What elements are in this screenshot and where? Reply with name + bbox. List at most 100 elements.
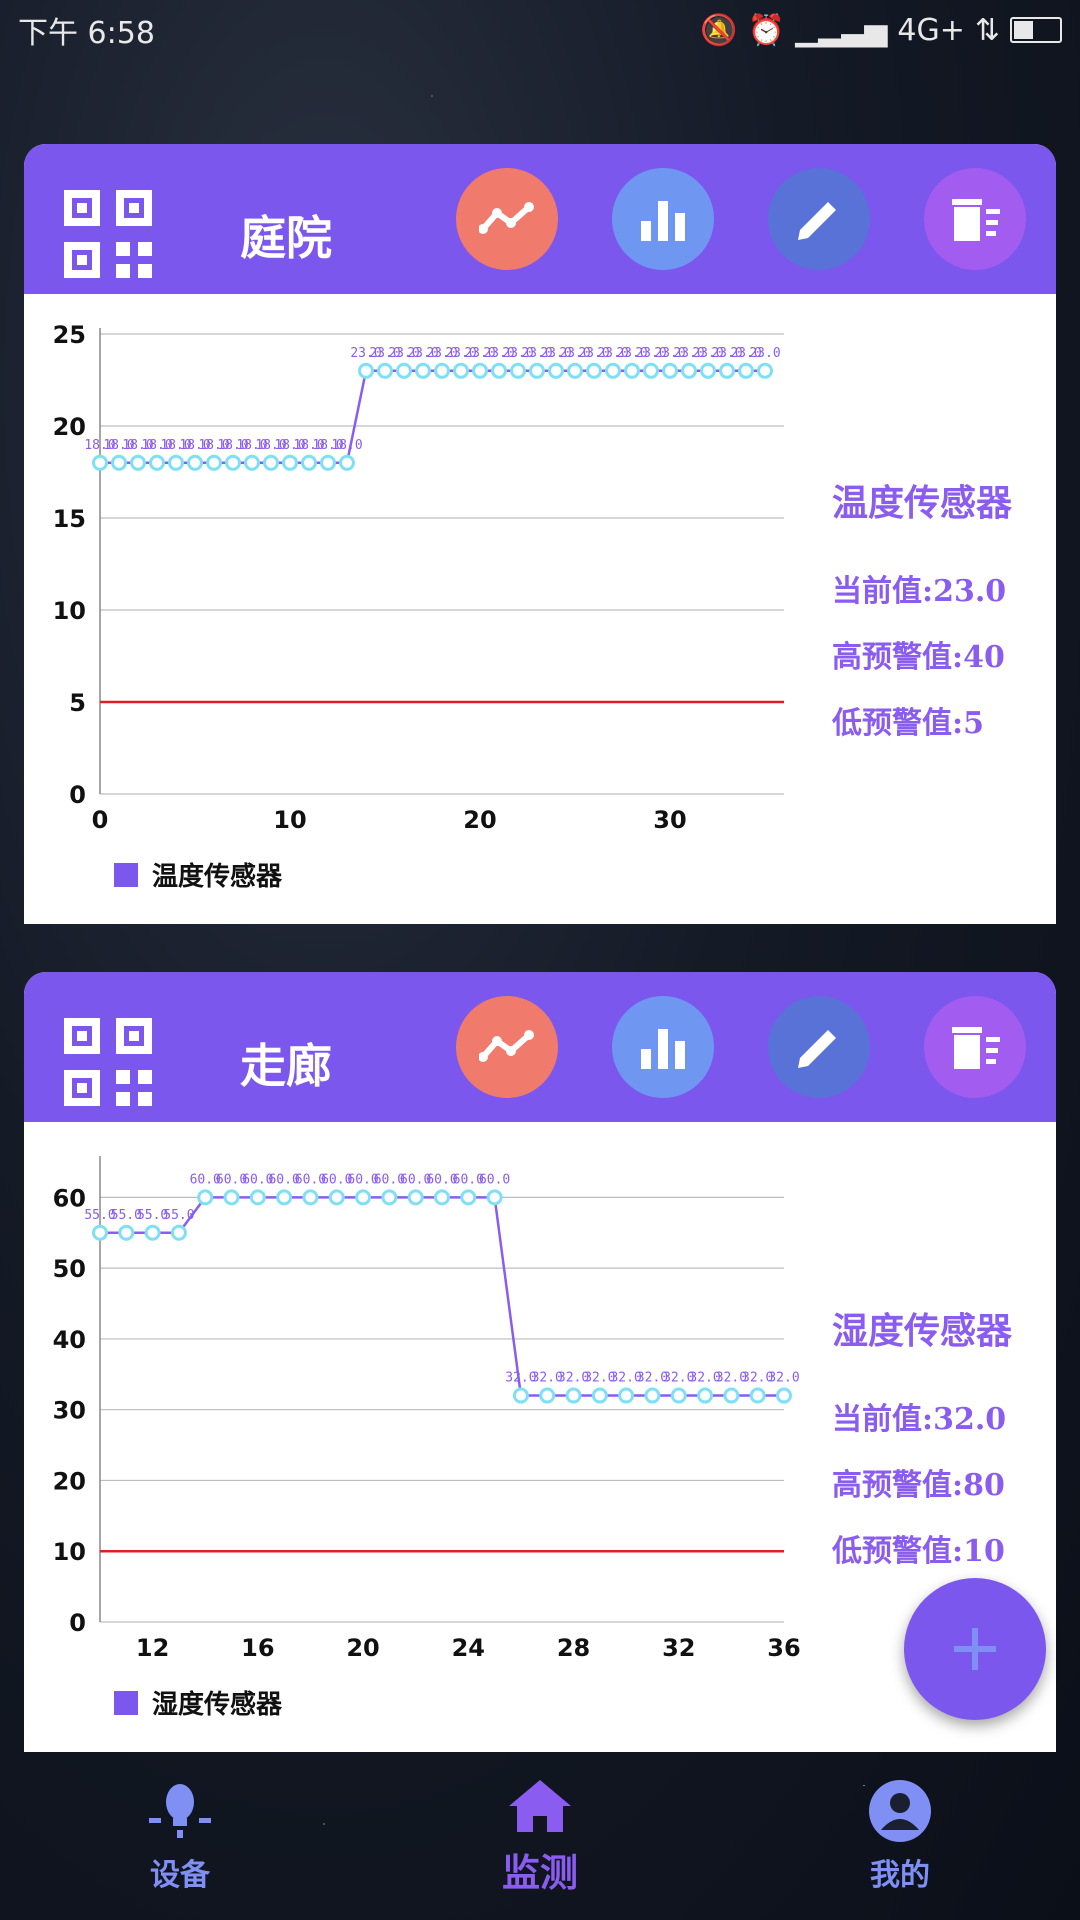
data-point: [624, 362, 640, 379]
series-line: [100, 1196, 784, 1397]
data-point: [618, 1387, 635, 1404]
bar-chart-button[interactable]: [612, 168, 714, 270]
bar-chart-button[interactable]: [612, 996, 714, 1098]
delete-button[interactable]: [924, 168, 1026, 270]
data-point: [719, 362, 735, 379]
edit-button[interactable]: [768, 996, 870, 1098]
data-point: [643, 362, 659, 379]
data-point: [223, 1189, 240, 1206]
x-tick-label: 28: [557, 1634, 590, 1662]
legend-swatch: [114, 862, 138, 887]
y-tick-label: 15: [53, 505, 86, 533]
x-tick-label: 36: [767, 1634, 800, 1662]
y-tick-label: 20: [53, 1467, 86, 1495]
temperature-line-chart: 05101520250 10 20 3018.018.018.018.018.018.…: [53, 321, 784, 834]
delete-button[interactable]: [924, 996, 1026, 1098]
chart-area: 0 5 10 15 20 25 0 10 20 30 18.0 18.0 18.0 18.0 18.0 18.…: [24, 294, 1056, 924]
network-type: 4G+: [897, 12, 965, 48]
data-point: [187, 454, 203, 471]
data-point: [529, 362, 545, 379]
data-point: [539, 1387, 556, 1404]
pencil-icon: [798, 202, 836, 240]
data-point: [565, 1387, 582, 1404]
data-point: [757, 362, 773, 379]
nav-monitor-label: 监测: [501, 1849, 578, 1895]
sensor-info: 湿度传感器 当前值:32.0 高预警值:80 低预警值:10: [832, 1302, 1012, 1570]
x-tick-label: 32: [662, 1634, 695, 1662]
home-icon: [509, 1779, 571, 1832]
data-point: [586, 362, 602, 379]
data-point: [263, 454, 279, 471]
data-point: [130, 454, 146, 471]
y-tick-label: 10: [53, 1538, 86, 1566]
data-point: [328, 1189, 345, 1206]
data-point: [282, 454, 298, 471]
x-tick-label: 0: [92, 806, 109, 834]
sensor-title: 温度传感器: [832, 482, 1013, 524]
high-threshold: 高预警值:40: [832, 640, 1005, 675]
nav-device[interactable]: 设备: [60, 1778, 300, 1894]
x-tick-label: 16: [241, 1634, 274, 1662]
data-point: [396, 362, 412, 379]
pencil-icon: [798, 1030, 836, 1068]
qr-code-icon[interactable]: [64, 190, 152, 278]
data-point: [276, 1189, 293, 1206]
current-value: 当前值:23.0: [832, 574, 1007, 609]
data-point: [605, 362, 621, 379]
data-point: [738, 362, 754, 379]
data-label: 18.0: [331, 438, 362, 453]
legend-swatch: [114, 1690, 138, 1715]
status-bar: 下午 6:58 🔕 ⏰ ▁▂▃▅ 4G+ ⇅: [0, 0, 1080, 60]
data-point: [510, 362, 526, 379]
data-point: [118, 1224, 135, 1241]
card-header: 走廊: [24, 972, 1056, 1122]
data-point: [662, 362, 678, 379]
mute-icon: 🔕: [700, 12, 738, 48]
chart-area: 0 10 20 30 40 50 60 12 16 20 24 28 32 36 55.0 55.0 55.0 5…: [24, 1122, 1056, 1752]
chart-legend: 温度传感器: [114, 856, 282, 893]
y-tick-label: 60: [53, 1184, 86, 1212]
data-label: 60.0: [479, 1172, 510, 1187]
data-point: [434, 1189, 450, 1206]
y-tick-label: 5: [69, 689, 86, 717]
y-tick-label: 50: [53, 1255, 86, 1283]
data-point: [358, 362, 374, 379]
data-point: [407, 1189, 424, 1206]
y-tick-label: 0: [69, 1609, 86, 1637]
x-tick-label: 10: [273, 806, 306, 834]
add-device-button[interactable]: [904, 1578, 1046, 1720]
data-point: [244, 454, 260, 471]
nav-mine[interactable]: 我的: [780, 1778, 1020, 1894]
line-chart-button[interactable]: [456, 168, 558, 270]
trend-icon: [479, 1030, 534, 1062]
line-chart-button[interactable]: [456, 996, 558, 1098]
data-point: [206, 454, 222, 471]
data-point: [149, 454, 165, 471]
x-tick-label: 30: [653, 806, 686, 834]
data-point: [301, 454, 317, 471]
x-tick-label: 24: [452, 1634, 485, 1662]
data-point: [548, 362, 564, 379]
low-threshold: 低预警值:10: [832, 1534, 1005, 1569]
alarm-icon: ⏰: [747, 12, 786, 48]
data-point: [472, 362, 488, 379]
data-point: [168, 454, 184, 471]
data-point: [697, 1387, 714, 1404]
trash-icon: [952, 199, 1000, 241]
data-point: [377, 362, 393, 379]
y-tick-label: 25: [53, 321, 86, 349]
card-title: 庭院: [240, 211, 332, 265]
edit-button[interactable]: [768, 168, 870, 270]
nav-monitor[interactable]: 监测: [420, 1776, 660, 1897]
nav-mine-label: 我的: [870, 1858, 930, 1893]
qr-code-icon[interactable]: [64, 1018, 152, 1106]
device-card-corridor: 走廊 0 10 20 30 40 50 60 12 16 20 24 28 32 36 55.0 55.0 55…: [24, 972, 1056, 1752]
chart-legend: 湿度传感器: [114, 1684, 282, 1721]
nav-device-label: 设备: [150, 1858, 210, 1893]
legend-label: 温度传感器: [152, 862, 283, 892]
high-threshold: 高预警值:80: [832, 1468, 1005, 1503]
data-point: [453, 362, 469, 379]
x-tick-label: 20: [346, 1634, 379, 1662]
data-point: [512, 1387, 529, 1404]
current-value: 当前值:32.0: [832, 1402, 1007, 1437]
